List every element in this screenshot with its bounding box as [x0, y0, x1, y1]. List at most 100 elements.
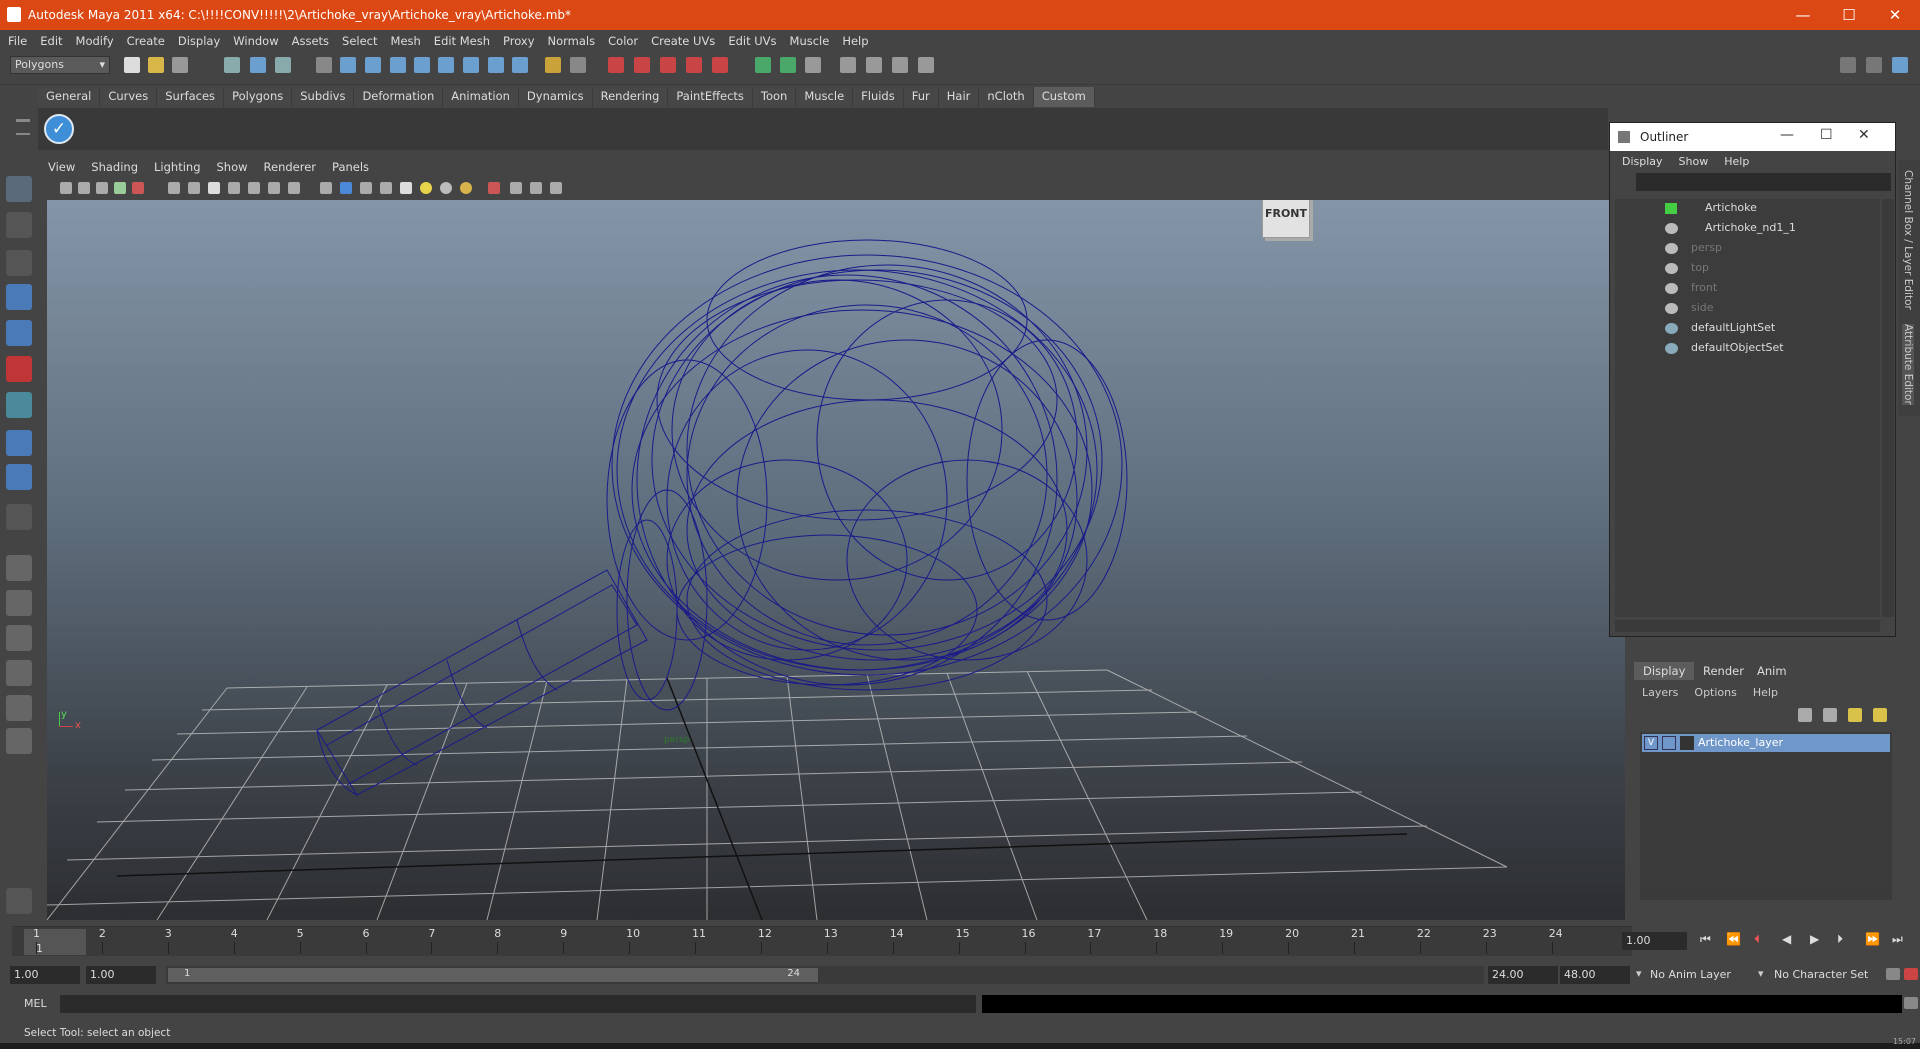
- channel-box-tab[interactable]: Channel Box / Layer Editor: [1902, 170, 1914, 310]
- paint-select-tool-icon[interactable]: [6, 250, 32, 276]
- show-manipulator-tool-icon[interactable]: [6, 464, 32, 490]
- menu-assets[interactable]: Assets: [292, 34, 329, 48]
- open-scene-icon[interactable]: [148, 57, 164, 73]
- layer-color-swatch[interactable]: [1680, 736, 1694, 750]
- step-back-frame-icon[interactable]: ⏴: [1754, 932, 1760, 947]
- artichoke-wireframe[interactable]: [316, 239, 1128, 796]
- maximize-button[interactable]: ☐: [1826, 0, 1872, 30]
- shelf-tab-dynamics[interactable]: Dynamics: [518, 87, 593, 107]
- layer-menu-options[interactable]: Options: [1694, 686, 1736, 699]
- step-back-key-icon[interactable]: ⏪: [1726, 932, 1741, 946]
- resolution-gate-icon[interactable]: [208, 182, 220, 194]
- layer-horizontal-scrollbar[interactable]: [1640, 886, 1892, 898]
- outliner-close-button[interactable]: ✕: [1858, 127, 1870, 143]
- highlight-selection-icon[interactable]: [570, 57, 586, 73]
- menu-display[interactable]: Display: [178, 34, 220, 48]
- play-backwards-icon[interactable]: ◀: [1782, 932, 1791, 946]
- go-to-start-icon[interactable]: ⏮: [1700, 932, 1711, 947]
- layer-menu-layers[interactable]: Layers: [1642, 686, 1678, 699]
- move-layer-up-icon[interactable]: [1798, 708, 1812, 722]
- animation-end-field[interactable]: 48.00: [1560, 966, 1630, 984]
- select-curves-icon[interactable]: [390, 57, 406, 73]
- select-rendering-icon[interactable]: [488, 57, 504, 73]
- select-handles-icon[interactable]: [340, 57, 356, 73]
- new-layer-icon[interactable]: [1848, 708, 1862, 722]
- outliner-minimize-button[interactable]: —: [1780, 127, 1794, 143]
- outliner-horizontal-scrollbar[interactable]: [1615, 620, 1880, 632]
- minimize-button[interactable]: —: [1780, 0, 1826, 30]
- shelf-tab-rendering[interactable]: Rendering: [592, 87, 669, 107]
- smooth-shading-icon[interactable]: [340, 182, 352, 194]
- layer-menu-help[interactable]: Help: [1753, 686, 1778, 699]
- viewport-menu-view[interactable]: View: [48, 160, 75, 178]
- wireframe-shading-icon[interactable]: [320, 182, 332, 194]
- playback-end-field[interactable]: 24.00: [1488, 966, 1558, 984]
- layer-tab-render[interactable]: Render: [1694, 662, 1753, 680]
- outliner-vertical-scrollbar[interactable]: [1882, 199, 1894, 617]
- select-surfaces-icon[interactable]: [414, 57, 430, 73]
- outliner-menu-help[interactable]: Help: [1724, 155, 1749, 168]
- menu-edit-mesh[interactable]: Edit Mesh: [434, 34, 490, 48]
- shelf-tab-muscle[interactable]: Muscle: [796, 87, 854, 107]
- grid-icon[interactable]: [168, 182, 180, 194]
- four-view-layout-icon[interactable]: [6, 590, 32, 616]
- persp-outliner-layout-icon[interactable]: [6, 625, 32, 651]
- scale-tool-icon[interactable]: [6, 356, 32, 382]
- shelf-tab-deformation[interactable]: Deformation: [354, 87, 444, 107]
- perspective-viewport[interactable]: FRONT persp y x: [47, 200, 1625, 920]
- anim-layer-dropdown[interactable]: No Anim Layer: [1650, 966, 1758, 984]
- select-tool-icon[interactable]: [6, 176, 32, 202]
- go-to-end-icon[interactable]: ⏭: [1892, 932, 1903, 947]
- shelf-tab-painteffects[interactable]: PaintEffects: [668, 87, 753, 107]
- hud-icon[interactable]: [550, 182, 562, 194]
- shelf-tab-toon[interactable]: Toon: [752, 87, 797, 107]
- select-camera-icon[interactable]: [60, 182, 72, 194]
- bookmarks-icon[interactable]: [96, 182, 108, 194]
- textured-icon[interactable]: [380, 182, 392, 194]
- snap-to-grid-icon[interactable]: [608, 57, 624, 73]
- show-attribute-editor-icon[interactable]: [1840, 57, 1856, 73]
- menu-normals[interactable]: Normals: [548, 34, 596, 48]
- lasso-tool-icon[interactable]: [6, 212, 32, 238]
- character-control-icon[interactable]: [6, 888, 32, 914]
- shelf-tab-animation[interactable]: Animation: [443, 87, 519, 107]
- viewport-menu-lighting[interactable]: Lighting: [154, 160, 200, 178]
- checkmark-shelf-icon[interactable]: ✓: [44, 114, 74, 144]
- shelf-tab-subdivs[interactable]: Subdivs: [292, 87, 355, 107]
- script-editor-icon[interactable]: [1904, 997, 1918, 1009]
- soft-modification-tool-icon[interactable]: [6, 430, 32, 456]
- select-joints-icon[interactable]: [365, 57, 381, 73]
- shelf-tab-ncloth[interactable]: nCloth: [979, 87, 1034, 107]
- output-history-icon[interactable]: [780, 57, 796, 73]
- rotate-tool-icon[interactable]: [6, 320, 32, 346]
- shadows-icon[interactable]: [460, 182, 472, 194]
- shelf-tab-fur[interactable]: Fur: [903, 87, 939, 107]
- menu-mesh[interactable]: Mesh: [391, 34, 421, 48]
- layer-visibility-toggle[interactable]: V: [1644, 736, 1658, 750]
- menu-muscle[interactable]: Muscle: [790, 34, 830, 48]
- new-layer-from-selected-icon[interactable]: [1873, 708, 1887, 722]
- layer-type-toggle[interactable]: [1662, 736, 1676, 750]
- select-by-component-icon[interactable]: [275, 57, 291, 73]
- viewport-menu-panels[interactable]: Panels: [332, 160, 369, 178]
- graph-editor-layout-icon[interactable]: [6, 728, 32, 754]
- manipulator-tool-icon[interactable]: [6, 392, 32, 418]
- viewport-menu-renderer[interactable]: Renderer: [264, 160, 317, 178]
- snap-to-point-icon[interactable]: [660, 57, 676, 73]
- hypershade-layout-icon[interactable]: [6, 695, 32, 721]
- all-lights-icon[interactable]: [440, 182, 452, 194]
- persp-graph-layout-icon[interactable]: [6, 660, 32, 686]
- new-scene-icon[interactable]: [124, 57, 140, 73]
- menu-create[interactable]: Create: [127, 34, 165, 48]
- xray-joints-icon[interactable]: [510, 182, 522, 194]
- outliner-filter-field[interactable]: [1636, 173, 1891, 191]
- menu-file[interactable]: File: [8, 34, 27, 48]
- layer-row-artichoke[interactable]: V Artichoke_layer: [1642, 734, 1890, 752]
- animation-start-field[interactable]: 1.00: [10, 966, 80, 984]
- render-current-frame-icon[interactable]: [866, 57, 882, 73]
- menu-set-dropdown[interactable]: Polygons: [10, 56, 110, 74]
- outliner-menu-display[interactable]: Display: [1622, 155, 1663, 168]
- viewport-menu-show[interactable]: Show: [217, 160, 248, 178]
- command-input[interactable]: [60, 995, 976, 1013]
- lock-selection-icon[interactable]: [545, 57, 561, 73]
